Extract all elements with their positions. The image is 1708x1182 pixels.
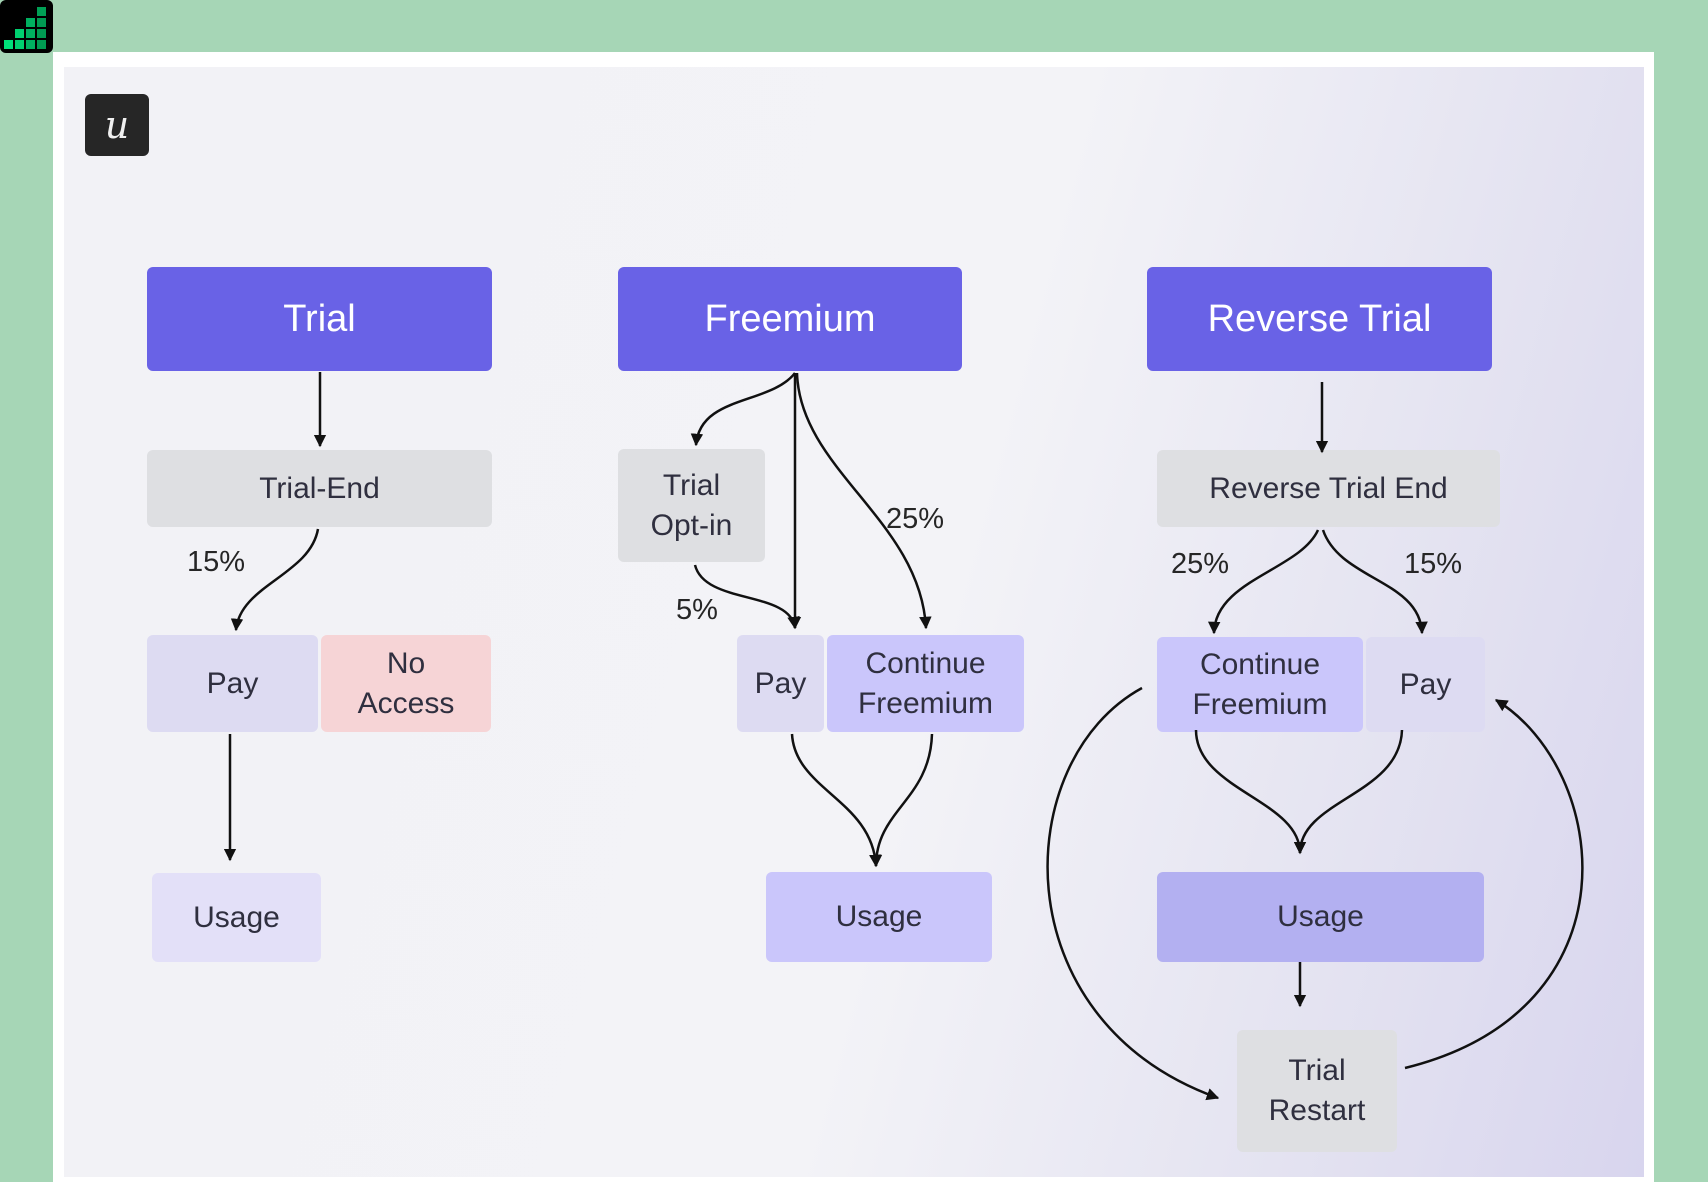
trial-usage-node: Usage <box>152 873 321 962</box>
diagram-canvas <box>64 67 1644 1177</box>
trial-no-access-node: No Access <box>321 635 491 732</box>
reverse-usage-node: Usage <box>1157 872 1484 962</box>
reverse-trial-header: Reverse Trial <box>1147 267 1492 371</box>
reverse-trial-restart-node: Trial Restart <box>1237 1030 1397 1152</box>
trial-end-node: Trial-End <box>147 450 492 527</box>
freemium-pay-node: Pay <box>737 635 824 732</box>
trial-header: Trial <box>147 267 492 371</box>
reverse-pay-percent-label: 15% <box>1404 548 1463 580</box>
bar-chart-app-icon[interactable] <box>0 0 53 53</box>
reverse-trial-end-node: Reverse Trial End <box>1157 450 1500 527</box>
reverse-continue-node: Continue Freemium <box>1157 637 1363 732</box>
freemium-continue-percent-label: 25% <box>886 503 945 535</box>
freemium-continue-node: Continue Freemium <box>827 635 1024 732</box>
userpilot-logo-icon: u <box>85 94 149 156</box>
freemium-trial-opt-in-node: Trial Opt-in <box>618 449 765 562</box>
reverse-continue-percent-label: 25% <box>1171 548 1230 580</box>
freemium-usage-node: Usage <box>766 872 992 962</box>
trial-pay-percent-label: 15% <box>187 546 246 578</box>
reverse-pay-node: Pay <box>1366 637 1485 732</box>
freemium-opt-in-percent-label: 5% <box>676 594 718 626</box>
freemium-header: Freemium <box>618 267 962 371</box>
trial-pay-node: Pay <box>147 635 318 732</box>
